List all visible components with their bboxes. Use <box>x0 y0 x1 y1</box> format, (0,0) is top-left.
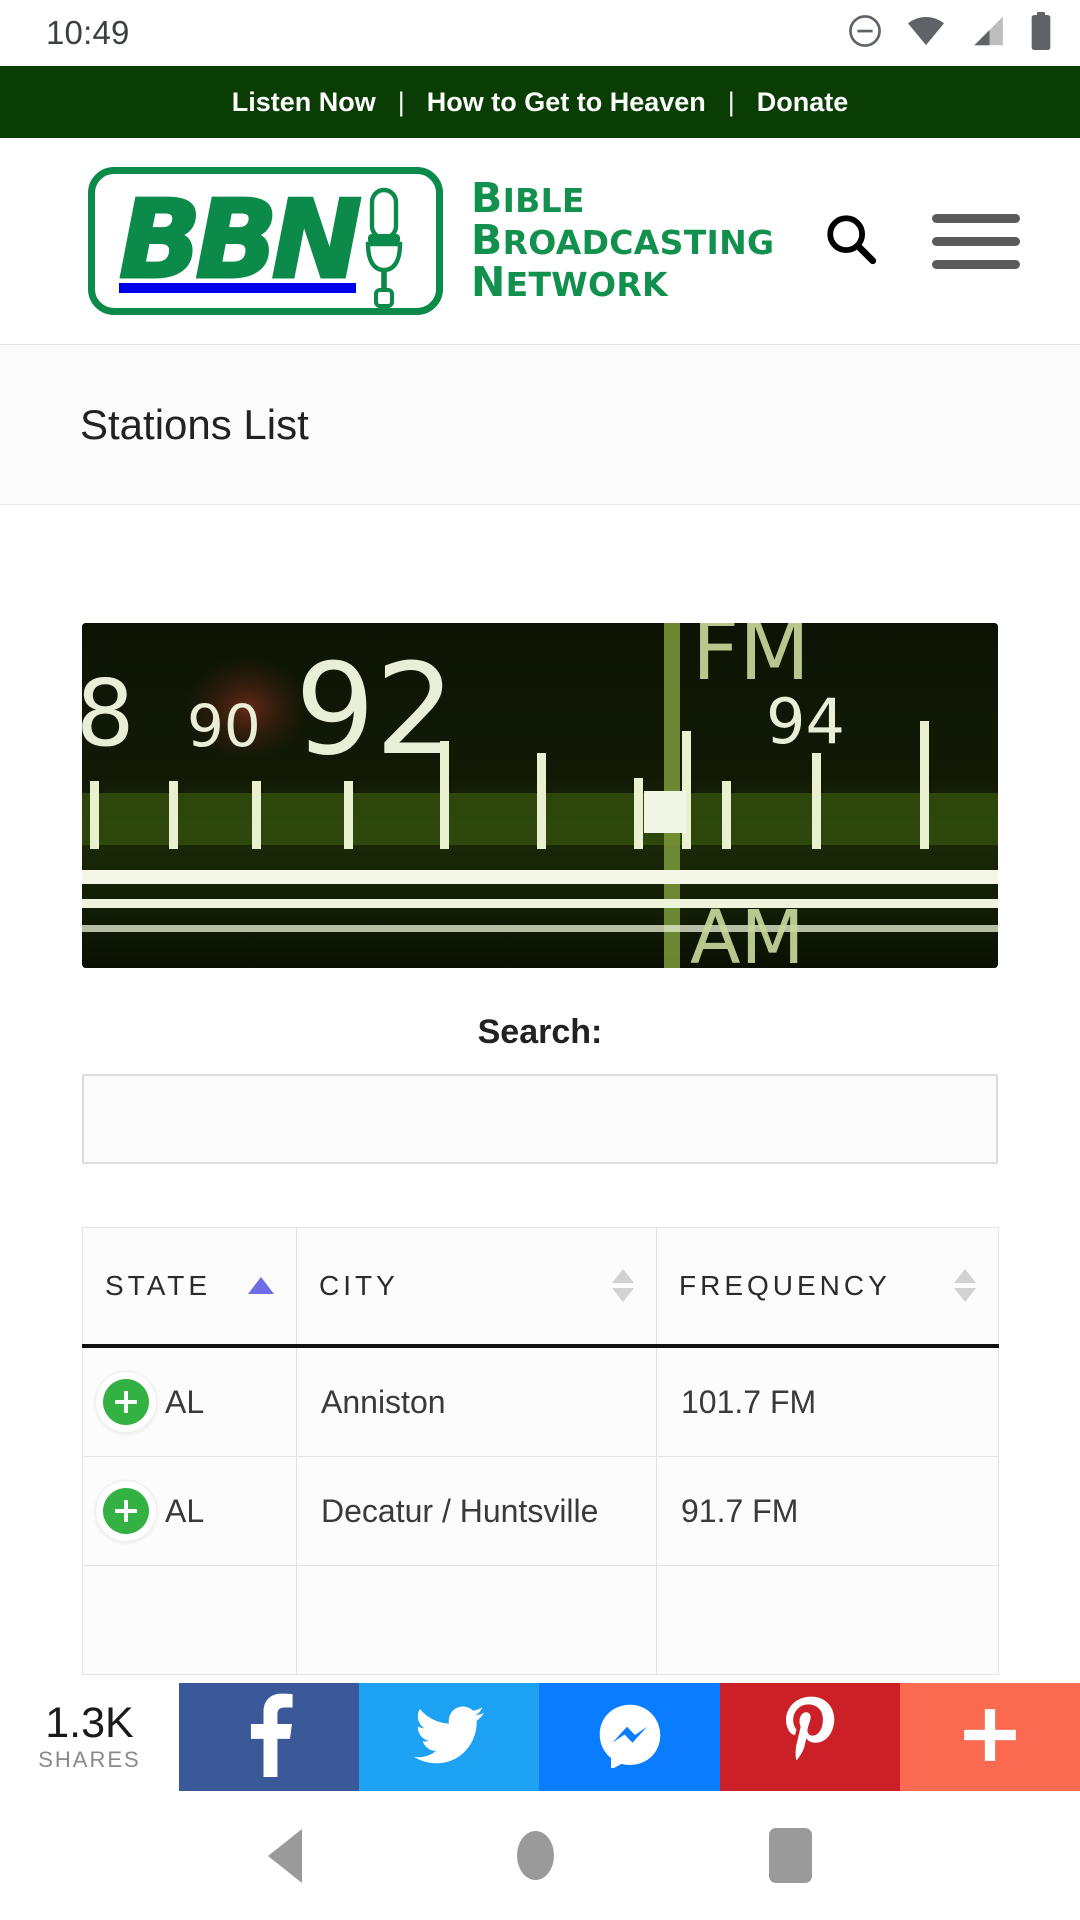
nav-link-how-to-get-to-heaven[interactable]: How to Get to Heaven <box>405 87 728 118</box>
plus-icon <box>959 1704 1021 1771</box>
brand-line-bible: B IBLE <box>471 174 774 223</box>
radio-dial-graphic: 8 90 92 94 FM AM <box>82 623 998 968</box>
stations-table: STATE CITY FREQUENCY AL Anniston 101.7 F… <box>82 1227 999 1675</box>
nav-separator: | <box>727 86 735 117</box>
cell-state: AL <box>82 1455 297 1566</box>
stations-table-wrapper: STATE CITY FREQUENCY AL Anniston 101.7 F… <box>82 1227 999 1675</box>
brand-cap: N <box>471 257 506 306</box>
svg-text:8: 8 <box>82 660 135 767</box>
header-actions <box>822 210 1050 273</box>
nav-separator: | <box>397 86 405 117</box>
recents-button[interactable] <box>769 1828 813 1883</box>
share-pinterest-button[interactable] <box>719 1683 900 1791</box>
table-body: AL Anniston 101.7 FM AL Decatur / Huntsv… <box>82 1345 999 1675</box>
cell-city: Anniston <box>296 1345 657 1457</box>
brand-cap: B <box>471 174 503 223</box>
column-header-city[interactable]: CITY <box>296 1227 657 1348</box>
nav-link-listen-now[interactable]: Listen Now <box>210 87 398 118</box>
main-content: 8 90 92 94 FM AM Search: STATE CITY FREQ… <box>0 623 1080 1675</box>
hamburger-menu-icon[interactable] <box>932 213 1020 269</box>
twitter-icon <box>414 1705 485 1770</box>
status-bar-clock: 10:49 <box>46 14 130 51</box>
sort-ascending-icon <box>248 1277 274 1295</box>
back-button[interactable] <box>267 1828 302 1883</box>
android-status-bar: 10:49 <box>0 0 1080 66</box>
battery-icon <box>1028 11 1054 56</box>
do-not-disturb-icon <box>846 12 884 55</box>
radio-dial-image: 8 90 92 94 FM AM <box>82 623 998 968</box>
hamburger-bar <box>932 213 1020 223</box>
social-share-bar: 1.3K SHARES <box>0 1683 1080 1791</box>
share-messenger-button[interactable] <box>539 1683 720 1791</box>
sort-both-icon <box>612 1269 634 1303</box>
cell-state <box>82 1564 297 1675</box>
cellular-signal-icon <box>968 12 1006 55</box>
table-row[interactable]: AL Anniston 101.7 FM <box>82 1345 999 1457</box>
search-label: Search: <box>477 1013 603 1051</box>
share-count-number: 1.3K <box>45 1698 134 1747</box>
cell-city: Decatur / Huntsville <box>296 1455 657 1566</box>
column-header-state-label: STATE <box>105 1269 212 1301</box>
cell-state: AL <box>82 1345 297 1457</box>
brand-line-broadcasting: B ROADCASTING <box>471 216 775 265</box>
cell-frequency <box>656 1564 999 1675</box>
page-title-band: Stations List <box>0 345 1080 505</box>
search-icon[interactable] <box>822 210 880 273</box>
expand-row-plus-icon[interactable] <box>103 1378 149 1425</box>
table-head: STATE CITY FREQUENCY <box>82 1227 999 1348</box>
svg-text:90: 90 <box>187 692 261 760</box>
utility-nav: Listen Now | How to Get to Heaven | Dona… <box>0 66 1080 138</box>
column-header-state[interactable]: STATE <box>82 1227 297 1348</box>
sort-both-icon <box>954 1269 976 1303</box>
site-header: BBN B IBLE B ROADCASTING N ETWORK <box>0 138 1080 345</box>
brand-wordmark: B IBLE B ROADCASTING N ETWORK <box>471 174 775 306</box>
brand-cap: B <box>471 216 503 265</box>
svg-text:92: 92 <box>295 636 455 783</box>
bbn-logo[interactable]: BBN <box>88 167 443 315</box>
page-title: Stations List <box>80 400 309 448</box>
hamburger-bar <box>932 236 1020 246</box>
app-frame: 10:49 Listen Now | How to Get to Heaven … <box>0 0 1080 1920</box>
share-count-label: SHARES <box>38 1746 141 1772</box>
cell-state-value: AL <box>165 1492 205 1529</box>
svg-text:FM: FM <box>692 623 810 699</box>
search-input[interactable] <box>82 1074 998 1164</box>
table-row[interactable]: AL Decatur / Huntsville 91.7 FM <box>82 1455 999 1566</box>
cell-frequency: 91.7 FM <box>656 1455 999 1566</box>
brand-line-network: N ETWORK <box>471 257 774 306</box>
brand-rest: ROADCASTING <box>502 223 775 263</box>
cell-state-value: AL <box>165 1383 205 1420</box>
cell-city <box>296 1564 657 1675</box>
table-header-row: STATE CITY FREQUENCY <box>82 1227 999 1348</box>
nav-link-donate[interactable]: Donate <box>735 87 871 118</box>
svg-text:AM: AM <box>690 895 804 968</box>
status-bar-system-icons <box>846 11 1054 56</box>
share-count: 1.3K SHARES <box>0 1683 179 1791</box>
home-button[interactable] <box>516 1831 554 1880</box>
share-more-button[interactable] <box>899 1683 1080 1791</box>
column-header-frequency[interactable]: FREQUENCY <box>656 1227 999 1348</box>
column-header-city-label: CITY <box>319 1269 399 1301</box>
cell-frequency: 101.7 FM <box>656 1345 999 1457</box>
pinterest-icon <box>783 1696 837 1779</box>
table-row[interactable] <box>82 1564 999 1675</box>
messenger-icon <box>597 1702 663 1773</box>
column-header-frequency-label: FREQUENCY <box>679 1269 891 1301</box>
brand-rest: IBLE <box>502 181 585 221</box>
facebook-icon <box>243 1693 295 1782</box>
bbn-logo-text: BBN <box>117 178 363 303</box>
share-facebook-button[interactable] <box>179 1683 360 1791</box>
microphone-icon <box>358 186 410 315</box>
hamburger-bar <box>932 259 1020 269</box>
share-twitter-button[interactable] <box>359 1683 540 1791</box>
wifi-icon <box>906 12 946 55</box>
expand-row-plus-icon[interactable] <box>103 1487 149 1534</box>
android-navigation-bar <box>0 1791 1080 1920</box>
brand-rest: ETWORK <box>505 264 668 304</box>
